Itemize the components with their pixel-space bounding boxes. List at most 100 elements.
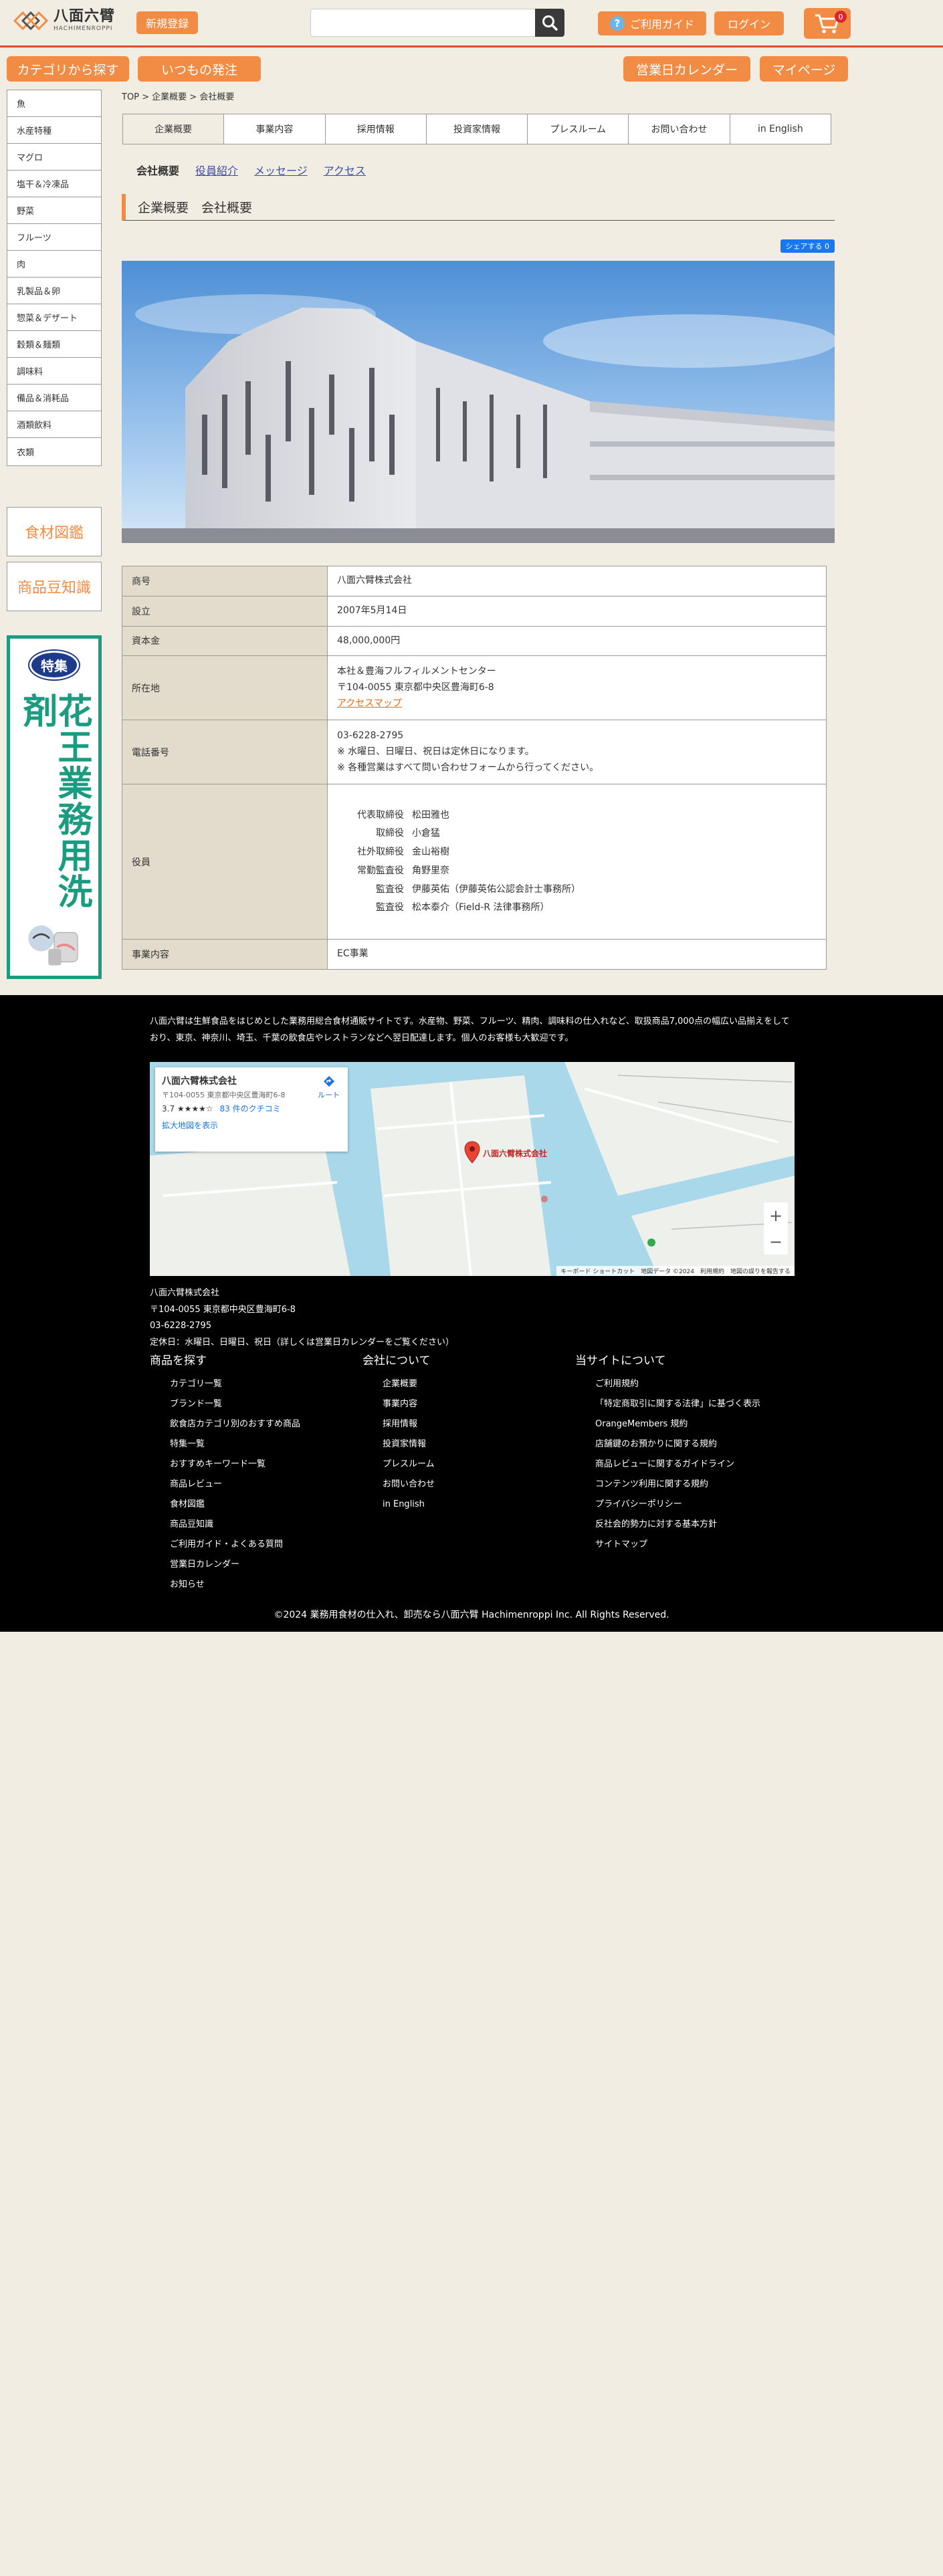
tab-contact[interactable]: お問い合わせ bbox=[629, 114, 730, 144]
search-icon bbox=[542, 15, 558, 31]
access-map-link[interactable]: アクセスマップ bbox=[337, 696, 817, 712]
site-logo[interactable]: 八面六臂 HACHIMENROPPI bbox=[13, 9, 115, 32]
map-rating-row: 3.7 ★★★★☆ 83 件のクチコミ bbox=[162, 1103, 341, 1114]
footer-link[interactable]: 反社会的勢力に対する基本方針 bbox=[595, 1515, 788, 1535]
footer-column-title: 商品を探す bbox=[150, 1354, 207, 1368]
footer-link[interactable]: 営業日カレンダー bbox=[170, 1555, 362, 1575]
category-item[interactable]: 穀類＆麺類 bbox=[7, 331, 101, 358]
row-label: 事業内容 bbox=[122, 939, 328, 970]
category-item[interactable]: 酒類飲料 bbox=[7, 411, 101, 438]
map-route-label: ルート bbox=[318, 1091, 340, 1099]
footer-link[interactable]: 商品レビュー bbox=[170, 1475, 362, 1495]
category-item[interactable]: 備品＆消耗品 bbox=[7, 385, 101, 411]
footer-link[interactable]: 飲食店カテゴリ別のおすすめ商品 bbox=[170, 1414, 362, 1434]
main-content: TOP > 企業概要 > 会社概要 企業概要 事業内容 採用情報 投資家情報 プ… bbox=[122, 90, 837, 970]
help-icon: ? bbox=[609, 16, 625, 31]
footer-link[interactable]: 採用情報 bbox=[383, 1414, 575, 1434]
company-info-table: 商号 八面六臂株式会社 設立 2007年5月14日 資本金 48,000,000… bbox=[122, 566, 827, 970]
map-reviews-link[interactable]: 83 件のクチコミ bbox=[220, 1104, 281, 1113]
category-search-button[interactable]: カテゴリから探す bbox=[7, 56, 129, 82]
tab-investors[interactable]: 投資家情報 bbox=[426, 114, 528, 144]
mypage-button[interactable]: マイページ bbox=[760, 56, 848, 82]
tab-press[interactable]: プレスルーム bbox=[528, 114, 629, 144]
footer-link[interactable]: お問い合わせ bbox=[383, 1475, 575, 1495]
business-calendar-button[interactable]: 営業日カレンダー bbox=[623, 56, 750, 82]
tab-overview[interactable]: 企業概要 bbox=[123, 114, 225, 144]
category-item[interactable]: 乳製品＆卵 bbox=[7, 278, 101, 304]
footer-column-site: 当サイトについて ご利用規約 「特定商取引に関する法律」に基づく表示 Orang… bbox=[575, 1351, 788, 1595]
footer-link[interactable]: おすすめキーワード一覧 bbox=[170, 1455, 362, 1475]
footer-link[interactable]: コンテンツ利用に関する規約 bbox=[595, 1475, 788, 1495]
category-item[interactable]: 水産特種 bbox=[7, 117, 101, 144]
search-button[interactable] bbox=[535, 9, 564, 37]
footer-link[interactable]: 投資家情報 bbox=[383, 1434, 575, 1455]
subtab-message[interactable]: メッセージ bbox=[254, 162, 308, 178]
footer-link[interactable]: ご利用ガイド・よくある質問 bbox=[170, 1535, 362, 1555]
category-item[interactable]: 調味料 bbox=[7, 358, 101, 385]
officer-name: 小倉猛 bbox=[412, 828, 440, 839]
footer-link[interactable]: OrangeMembers 規約 bbox=[595, 1414, 788, 1434]
tab-recruit[interactable]: 採用情報 bbox=[325, 114, 427, 144]
login-button[interactable]: ログイン bbox=[714, 11, 784, 35]
footer-link[interactable]: プライバシーポリシー bbox=[595, 1495, 788, 1515]
cart-button[interactable]: 0 bbox=[804, 8, 851, 39]
footer-company-name: 八面六臂株式会社 bbox=[150, 1288, 220, 1298]
guide-button[interactable]: ? ご利用ガイド bbox=[598, 11, 706, 35]
product-trivia-link[interactable]: 商品豆知識 bbox=[7, 562, 102, 611]
map-attribution[interactable]: キーボード ショートカット 地図データ ©2024 利用規約 地図の誤りを報告す… bbox=[556, 1266, 795, 1276]
officer-role: 代表取締役 bbox=[357, 809, 404, 821]
site-footer: 八面六臂は生鮮食品をはじめとした業務用総合食材通販サイトです。水産物、野菜、フル… bbox=[0, 995, 943, 1632]
footer-link-columns: 商品を探す カテゴリ一覧 ブランド一覧 飲食店カテゴリ別のおすすめ商品 特集一覧… bbox=[150, 1351, 795, 1595]
search-input[interactable] bbox=[310, 9, 535, 37]
footer-link[interactable]: 店舗鍵のお預かりに関する規約 bbox=[595, 1434, 788, 1455]
facebook-share-button[interactable]: シェアする 0 bbox=[780, 239, 835, 253]
footer-link[interactable]: 「特定商取引に関する法律」に基づく表示 bbox=[595, 1394, 788, 1414]
footer-link[interactable]: 商品豆知識 bbox=[170, 1515, 362, 1535]
category-item[interactable]: マグロ bbox=[7, 144, 101, 171]
reorder-button[interactable]: いつもの発注 bbox=[138, 56, 261, 82]
map-route-button[interactable]: ルート bbox=[318, 1075, 340, 1100]
subtab-officers[interactable]: 役員紹介 bbox=[195, 162, 238, 178]
footer-link[interactable]: プレスルーム bbox=[383, 1455, 575, 1475]
share-row: シェアする 0 bbox=[122, 239, 835, 257]
category-item[interactable]: 野菜 bbox=[7, 197, 101, 224]
kao-detergent-banner[interactable]: 特集 花王業務用洗剤 bbox=[7, 635, 102, 979]
food-dictionary-link[interactable]: 食材図鑑 bbox=[7, 507, 102, 556]
row-value: 2007年5月14日 bbox=[327, 595, 827, 627]
subtab-access[interactable]: アクセス bbox=[324, 162, 366, 178]
footer-link[interactable]: in English bbox=[383, 1495, 575, 1515]
category-item[interactable]: 塩干＆冷凍品 bbox=[7, 171, 101, 197]
zoom-in-icon[interactable]: + bbox=[769, 1206, 782, 1225]
tab-business[interactable]: 事業内容 bbox=[224, 114, 326, 144]
map-larger-link[interactable]: 拡大地図を表示 bbox=[162, 1119, 341, 1131]
category-item[interactable]: 惣菜＆デザート bbox=[7, 304, 101, 331]
zoom-out-icon[interactable]: − bbox=[769, 1232, 782, 1251]
footer-link[interactable]: サイトマップ bbox=[595, 1535, 788, 1555]
footer-link[interactable]: ご利用規約 bbox=[595, 1374, 788, 1394]
footer-link[interactable]: 商品レビューに関するガイドライン bbox=[595, 1455, 788, 1475]
breadcrumb[interactable]: TOP > 企業概要 > 会社概要 bbox=[122, 90, 835, 106]
tab-english[interactable]: in English bbox=[730, 114, 831, 144]
signup-button[interactable]: 新規登録 bbox=[136, 11, 198, 34]
google-map[interactable]: 八面六臂株式会社 八面六臂株式会社 〒104-0055 東京都中央区豊海町6-8… bbox=[150, 1062, 795, 1276]
footer-link[interactable]: ブランド一覧 bbox=[170, 1394, 362, 1414]
footer-link[interactable]: 企業概要 bbox=[383, 1374, 575, 1394]
footer-link[interactable]: 特集一覧 bbox=[170, 1434, 362, 1455]
row-label: 設立 bbox=[122, 595, 328, 627]
row-value: 八面六臂株式会社 bbox=[327, 566, 827, 597]
category-item[interactable]: 魚 bbox=[7, 90, 101, 117]
map-pin-icon[interactable] bbox=[464, 1141, 480, 1164]
footer-link[interactable]: お知らせ bbox=[170, 1575, 362, 1595]
category-item[interactable]: 肉 bbox=[7, 251, 101, 278]
footer-link[interactable]: 事業内容 bbox=[383, 1394, 575, 1414]
officer-name: 金山裕樹 bbox=[412, 847, 449, 858]
category-item[interactable]: フルーツ bbox=[7, 224, 101, 251]
map-pin-label: 八面六臂株式会社 bbox=[483, 1149, 548, 1158]
footer-link[interactable]: カテゴリ一覧 bbox=[170, 1374, 362, 1394]
officer-row: 代表取締役 松田雅也 bbox=[337, 808, 817, 824]
category-item[interactable]: 衣類 bbox=[7, 438, 101, 465]
footer-company-holidays: 定休日：水曜日、日曜日、祝日（詳しくは営業日カレンダーをご覧ください） bbox=[150, 1337, 455, 1348]
row-label: 商号 bbox=[122, 566, 328, 597]
footer-link[interactable]: 食材図鑑 bbox=[170, 1495, 362, 1515]
map-info-card: 八面六臂株式会社 〒104-0055 東京都中央区豊海町6-8 3.7 ★★★★… bbox=[155, 1067, 348, 1152]
